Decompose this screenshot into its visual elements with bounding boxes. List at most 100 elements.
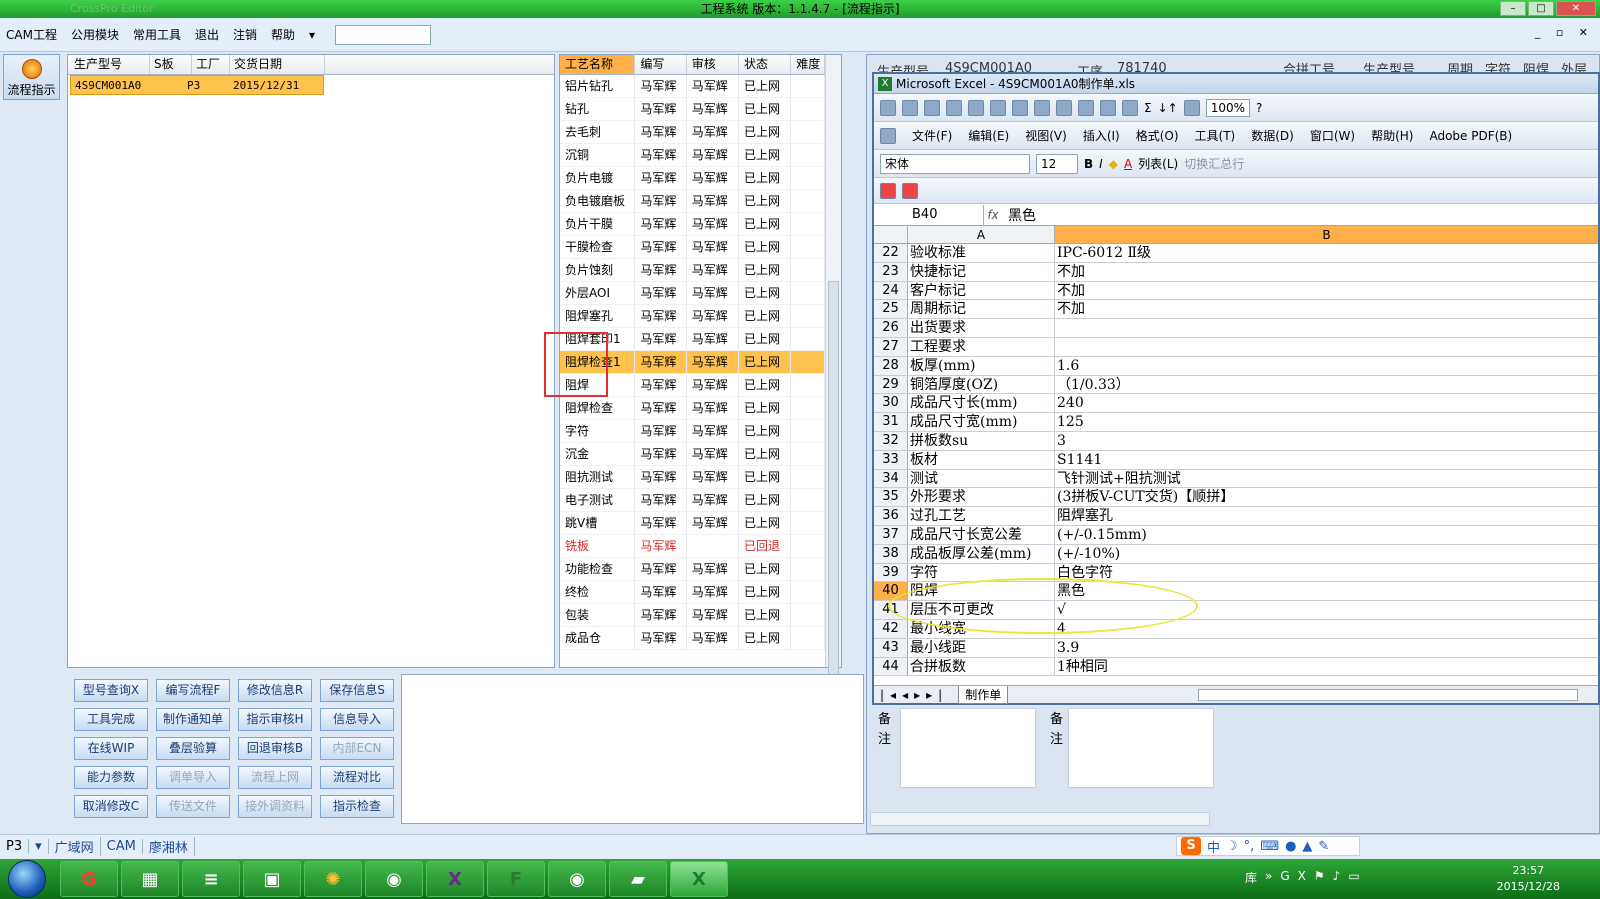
taskbar-eye2-icon[interactable]: ◉ <box>548 861 606 897</box>
sheet-nav-icons[interactable]: |◂◂▸▸| <box>874 688 954 702</box>
cell-a[interactable]: 合拼板数 <box>908 657 1055 676</box>
taskbar-app-g-icon[interactable]: G <box>60 861 118 897</box>
taskbar-eye-icon[interactable]: ◉ <box>365 861 423 897</box>
action-button[interactable]: 流程对比 <box>320 766 394 789</box>
cell-b[interactable]: (3拼板V-CUT交货)【顺拼】 <box>1055 488 1598 506</box>
tray-volume-icon[interactable]: ♪ <box>1333 869 1341 886</box>
ime-toolbar[interactable]: S 中 ☽ °, ⌨ ● ▲ ✎ <box>1176 836 1360 856</box>
cell-a[interactable]: 成品板厚公差(mm) <box>908 544 1055 563</box>
action-button[interactable]: 流程上网 <box>238 766 312 789</box>
fx-icon[interactable]: fx <box>984 208 1002 222</box>
help-icon[interactable]: ? <box>1256 101 1262 115</box>
menu-combo[interactable] <box>335 24 432 45</box>
toggle-total-button[interactable]: 切换汇总行 <box>1184 155 1244 172</box>
cell-b[interactable]: 阻焊塞孔 <box>1055 507 1598 525</box>
tray-expand-icon[interactable]: » <box>1265 869 1272 886</box>
table-row[interactable]: 阻抗测试 马军辉 马军辉 已上网 <box>560 466 825 489</box>
menu-cam[interactable]: CAM工程 <box>6 26 57 43</box>
row-number[interactable]: 42 <box>874 619 908 638</box>
row-number[interactable]: 36 <box>874 507 908 525</box>
cell-a[interactable]: 最小线距 <box>908 638 1055 657</box>
spell-icon[interactable] <box>990 99 1006 116</box>
table-row[interactable]: 干膜检查 马军辉 马军辉 已上网 <box>560 236 825 259</box>
excel-menu-item[interactable]: 文件(F) <box>912 127 952 144</box>
cell-b[interactable]: 白色字符 <box>1055 564 1598 582</box>
row-number[interactable]: 34 <box>874 469 908 488</box>
ime-user-icon[interactable]: ● <box>1285 839 1296 854</box>
row-number[interactable]: 35 <box>874 488 908 507</box>
cell-b[interactable]: 飞针测试+阻抗测试 <box>1055 470 1598 488</box>
cell-b[interactable]: 不加 <box>1055 300 1598 318</box>
row-number[interactable]: 24 <box>874 281 908 300</box>
action-button[interactable]: 调单导入 <box>156 766 230 789</box>
ime-keyboard-icon[interactable]: ⌨ <box>1260 839 1279 854</box>
action-button[interactable]: 内部ECN <box>320 737 394 760</box>
note-box-1[interactable] <box>900 708 1036 788</box>
col-a-header[interactable]: A <box>908 226 1055 243</box>
ime-moon-icon[interactable]: ☽ <box>1226 839 1238 854</box>
menu-common-tools[interactable]: 常用工具 <box>133 26 181 43</box>
cell-b[interactable]: （1/0.33） <box>1055 376 1598 394</box>
row-number[interactable]: 23 <box>874 262 908 281</box>
row-number[interactable]: 38 <box>874 544 908 563</box>
row-number[interactable]: 30 <box>874 394 908 413</box>
pdf-mail-icon[interactable] <box>902 182 918 199</box>
col-status[interactable]: 状态 <box>739 55 792 74</box>
row-number[interactable]: 28 <box>874 356 908 375</box>
name-box[interactable]: B40 <box>874 204 984 225</box>
taskbar-x-icon[interactable]: X <box>426 861 484 897</box>
copy-icon[interactable] <box>1034 99 1050 116</box>
cut-icon[interactable] <box>1012 99 1028 116</box>
excel-menu-item[interactable]: 工具(T) <box>1195 127 1236 144</box>
cell-a[interactable]: 测试 <box>908 469 1055 488</box>
action-button[interactable]: 修改信息R <box>238 679 312 702</box>
table-row[interactable]: 沉金 马军辉 马军辉 已上网 <box>560 443 825 466</box>
list-button[interactable]: 列表(L) <box>1138 155 1178 172</box>
cell-a[interactable]: 周期标记 <box>908 300 1055 319</box>
table-row[interactable]: 电子测试 马军辉 马军辉 已上网 <box>560 489 825 512</box>
row-number[interactable]: 33 <box>874 450 908 469</box>
table-row[interactable]: 负电镀磨板 马军辉 马军辉 已上网 <box>560 190 825 213</box>
info-textbox[interactable] <box>401 674 864 824</box>
new-icon[interactable] <box>880 99 896 116</box>
cell-b[interactable]: IPC-6012 Ⅱ级 <box>1055 244 1598 262</box>
note-box-2[interactable] <box>1068 708 1214 788</box>
cell-b[interactable]: 240 <box>1055 394 1598 412</box>
table-row[interactable]: 终检 马军辉 马军辉 已上网 <box>560 581 825 604</box>
cell-a[interactable]: 验收标准 <box>908 244 1055 262</box>
cell-b[interactable]: 125 <box>1055 413 1598 431</box>
table-row[interactable]: 负片干膜 马军辉 马军辉 已上网 <box>560 213 825 236</box>
paste-icon[interactable] <box>1056 99 1072 116</box>
italic-icon[interactable]: I <box>1099 157 1103 171</box>
excel-menu-item[interactable]: Adobe PDF(B) <box>1429 129 1512 143</box>
excel-menu-item[interactable]: 数据(D) <box>1251 127 1294 144</box>
table-row[interactable]: 4S9CM001A0 P3 2015/12/31 <box>70 75 324 95</box>
excel-menu-item[interactable]: 视图(V) <box>1025 127 1067 144</box>
table-row[interactable]: 沉铜 马军辉 马军辉 已上网 <box>560 144 825 167</box>
status-combo[interactable]: P3 <box>0 839 30 854</box>
sum-icon[interactable]: Σ <box>1144 101 1152 115</box>
cell-a[interactable]: 板厚(mm) <box>908 356 1055 375</box>
menu-exit[interactable]: 退出 <box>195 26 219 43</box>
row-number[interactable]: 22 <box>874 244 908 262</box>
cell-b[interactable]: (+/-10%) <box>1055 545 1598 563</box>
cell-a[interactable]: 拼板数su <box>908 431 1055 450</box>
cell-a[interactable]: 出货要求 <box>908 319 1055 337</box>
ime-tool-icon[interactable]: ✎ <box>1318 839 1329 854</box>
font-combo[interactable]: 宋体 <box>880 153 1030 174</box>
table-row[interactable]: 阻焊塞孔 马军辉 马军辉 已上网 <box>560 305 825 328</box>
menu-logout[interactable]: 注销 <box>233 26 257 43</box>
cell-b[interactable]: 3 <box>1055 432 1598 450</box>
cell-b[interactable]: (+/-0.15mm) <box>1055 526 1598 544</box>
menu-help[interactable]: 帮助 <box>271 26 295 43</box>
action-button[interactable]: 工具完成 <box>74 708 148 731</box>
bold-icon[interactable]: B <box>1084 157 1093 171</box>
taskbar-f-icon[interactable]: F <box>487 861 545 897</box>
flow-indicator-button[interactable]: 流程指示 <box>3 54 60 100</box>
zoom-combo[interactable]: 100% <box>1205 98 1251 117</box>
excel-menu-item[interactable]: 格式(O) <box>1136 127 1179 144</box>
action-button[interactable]: 信息导入 <box>320 708 394 731</box>
taskbar-notepad-icon[interactable]: ≡ <box>182 861 240 897</box>
sheet-tab[interactable]: 制作单 <box>958 685 1009 704</box>
start-button[interactable] <box>8 860 46 898</box>
